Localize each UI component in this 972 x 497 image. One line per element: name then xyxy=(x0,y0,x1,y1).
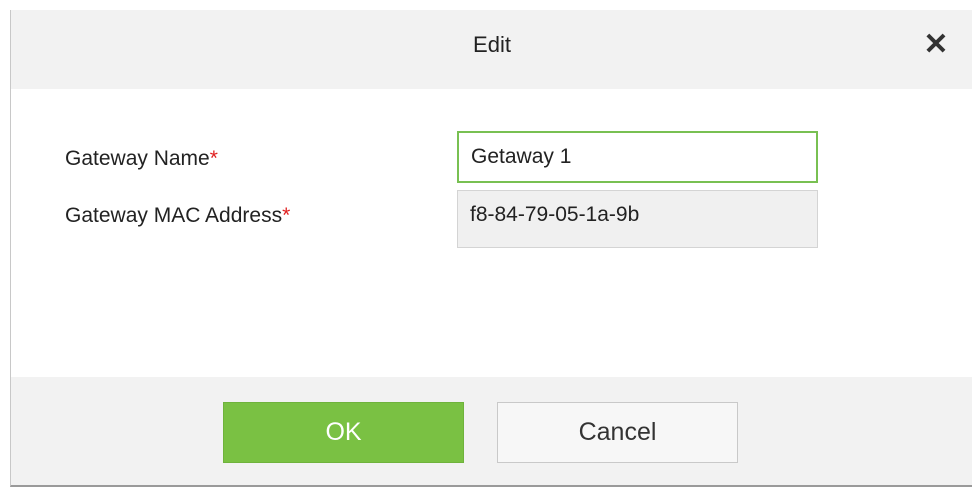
ok-button[interactable]: OK xyxy=(223,402,464,463)
dialog-title: Edit xyxy=(473,32,511,57)
gateway-name-label-text: Gateway Name xyxy=(65,147,210,170)
cancel-button[interactable]: Cancel xyxy=(497,402,738,463)
gateway-mac-field: f8-84-79-05-1a-9b xyxy=(457,190,818,248)
gateway-name-label: Gateway Name* xyxy=(65,147,218,171)
close-icon[interactable]: ✕ xyxy=(921,30,951,60)
gateway-name-input[interactable] xyxy=(457,131,818,183)
gateway-mac-label: Gateway MAC Address* xyxy=(65,204,290,228)
edit-gateway-dialog: Edit ✕ Gateway Name* Gateway MAC Address… xyxy=(10,10,972,487)
required-marker: * xyxy=(209,147,218,170)
gateway-mac-label-text: Gateway MAC Address xyxy=(65,204,283,227)
required-marker: * xyxy=(282,204,291,227)
dialog-footer: OK Cancel xyxy=(11,377,972,485)
dialog-titlebar: Edit ✕ xyxy=(11,10,972,89)
